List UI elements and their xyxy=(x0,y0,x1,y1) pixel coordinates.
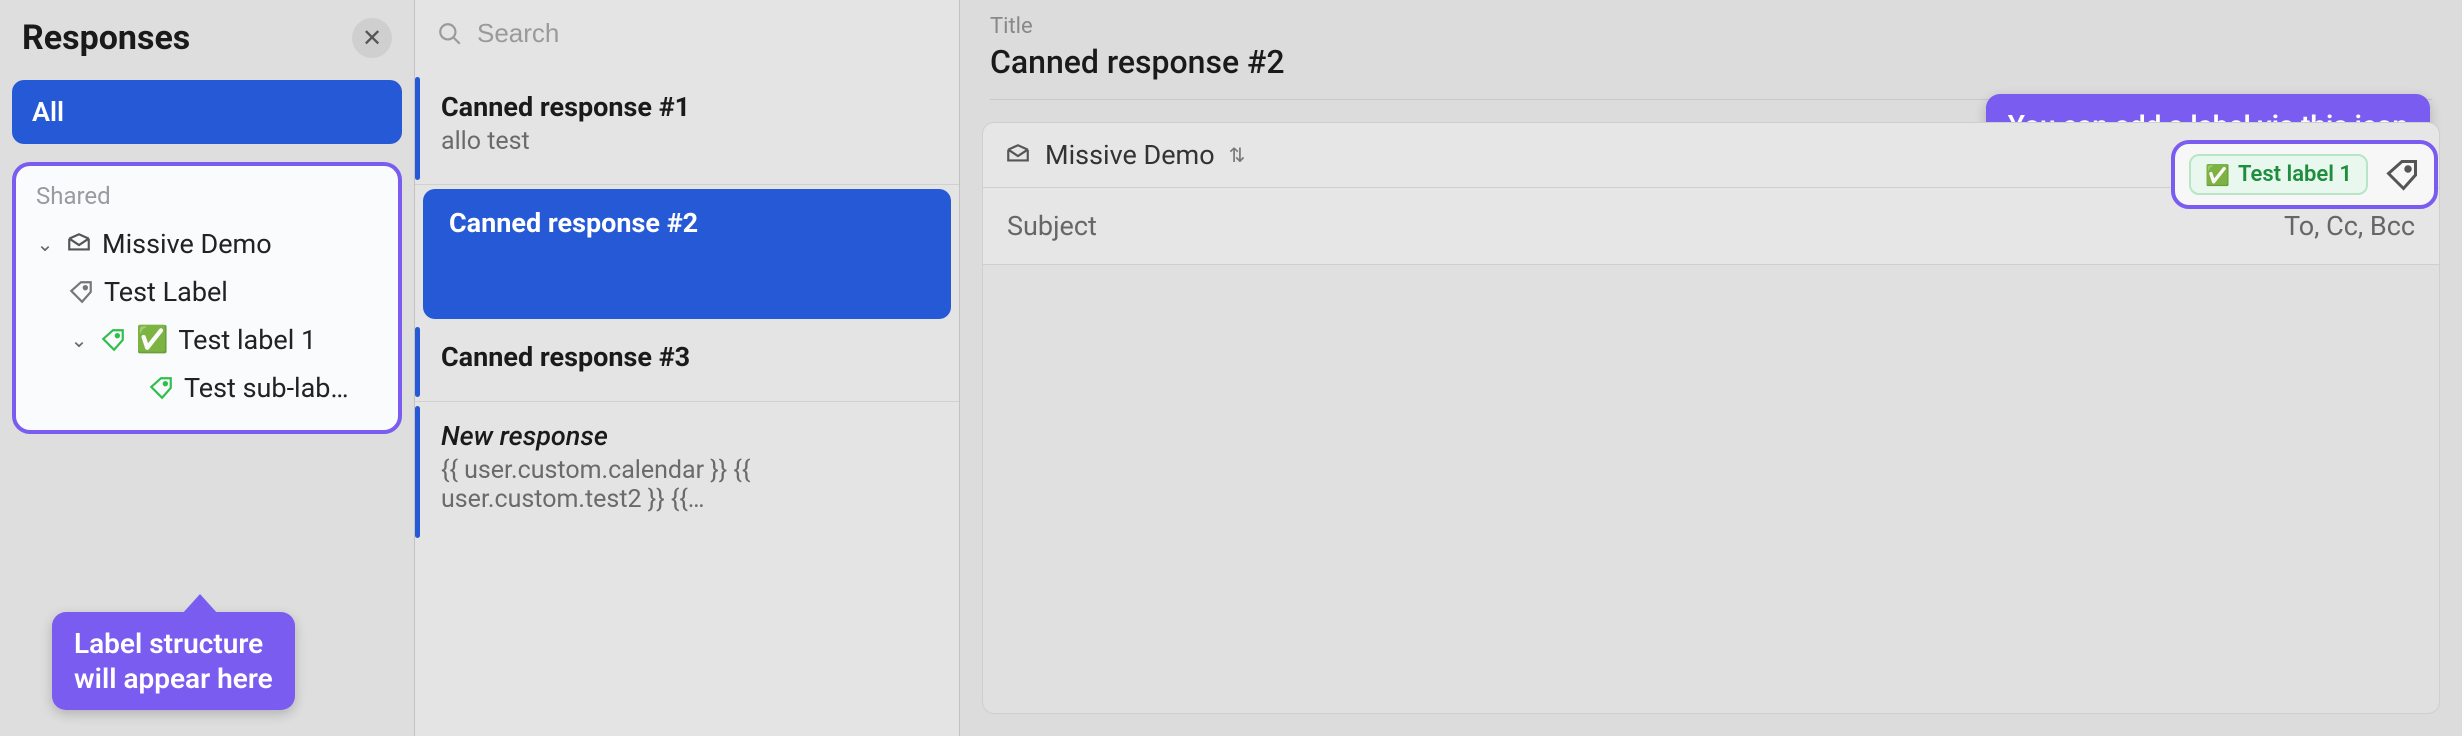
response-item-title: Canned response #2 xyxy=(449,207,929,239)
tree-label-text: Test Label xyxy=(104,276,228,308)
responses-list-column: Canned response #1 allo test Canned resp… xyxy=(415,0,960,736)
callout-label-structure: Label structure will appear here xyxy=(52,612,295,710)
response-item[interactable]: Canned response #1 allo test xyxy=(415,73,959,185)
close-button[interactable]: ✕ xyxy=(352,18,392,58)
close-icon: ✕ xyxy=(362,24,382,52)
response-item-title: Canned response #3 xyxy=(441,341,937,373)
response-item[interactable]: Canned response #3 xyxy=(415,323,959,402)
search-input[interactable] xyxy=(477,18,937,49)
response-item-sub: {{ user.custom.calendar }} {{ user.custo… xyxy=(441,456,937,514)
sidebar-header: Responses ✕ xyxy=(0,0,414,68)
missive-icon xyxy=(1005,142,1031,168)
check-icon: ✅ xyxy=(136,325,168,355)
search-icon xyxy=(437,21,463,47)
org-name: Missive Demo xyxy=(1045,139,1215,171)
subject-input[interactable]: Subject xyxy=(1007,210,1097,242)
recipients-toggle[interactable]: To, Cc, Bcc xyxy=(2284,210,2415,242)
response-item-title: New response xyxy=(441,420,937,452)
tag-icon xyxy=(2384,157,2420,193)
chevron-down-icon: ⌄ xyxy=(68,328,90,352)
add-label-button[interactable] xyxy=(2384,157,2420,193)
label-chip[interactable]: ✅ Test label 1 xyxy=(2189,154,2368,195)
tree-label-text: Test sub-lab… xyxy=(184,372,349,404)
response-item-sub: allo test xyxy=(441,127,937,156)
sidebar: Responses ✕ All Shared ⌄ Missive Demo Te… xyxy=(0,0,415,736)
tag-icon xyxy=(100,327,126,353)
tree-label-text: Test label 1 xyxy=(178,324,316,356)
label-chip-text: Test label 1 xyxy=(2238,162,2352,187)
sidebar-title: Responses xyxy=(22,18,190,58)
shared-labels-box: Shared ⌄ Missive Demo Test Label ⌄ xyxy=(12,162,402,434)
tree-label-row[interactable]: ⌄ ✅ Test label 1 xyxy=(28,316,386,364)
search-bar xyxy=(415,0,959,67)
chevron-down-icon: ⌄ xyxy=(34,232,56,256)
body-editor[interactable] xyxy=(982,265,2440,714)
label-highlight: ✅ Test label 1 xyxy=(2171,140,2438,209)
updown-icon: ⇅ xyxy=(1229,143,1246,167)
detail-header: Title Canned response #2 xyxy=(960,0,2462,100)
title-field-label: Title xyxy=(990,14,2432,39)
tree-org-label: Missive Demo xyxy=(102,228,272,260)
tree-org-row[interactable]: ⌄ Missive Demo xyxy=(28,220,386,268)
response-item-title: Canned response #1 xyxy=(441,91,937,123)
check-icon: ✅ xyxy=(2205,163,2230,187)
tag-icon xyxy=(68,279,94,305)
responses-list: Canned response #1 allo test Canned resp… xyxy=(415,67,959,542)
tag-icon xyxy=(148,375,174,401)
response-item[interactable]: New response {{ user.custom.calendar }} … xyxy=(415,402,959,542)
response-detail: Title Canned response #2 You can add a l… xyxy=(960,0,2462,736)
response-item[interactable]: Canned response #2 xyxy=(423,189,951,319)
filter-all-button[interactable]: All xyxy=(12,80,402,144)
missive-icon xyxy=(66,231,92,257)
tree-label-row[interactable]: Test Label xyxy=(28,268,386,316)
title-field-value[interactable]: Canned response #2 xyxy=(990,43,2432,100)
tree-label-row[interactable]: Test sub-lab… xyxy=(28,364,386,412)
shared-heading: Shared xyxy=(28,180,386,220)
org-selector[interactable]: Missive Demo ⇅ xyxy=(1005,139,1245,171)
